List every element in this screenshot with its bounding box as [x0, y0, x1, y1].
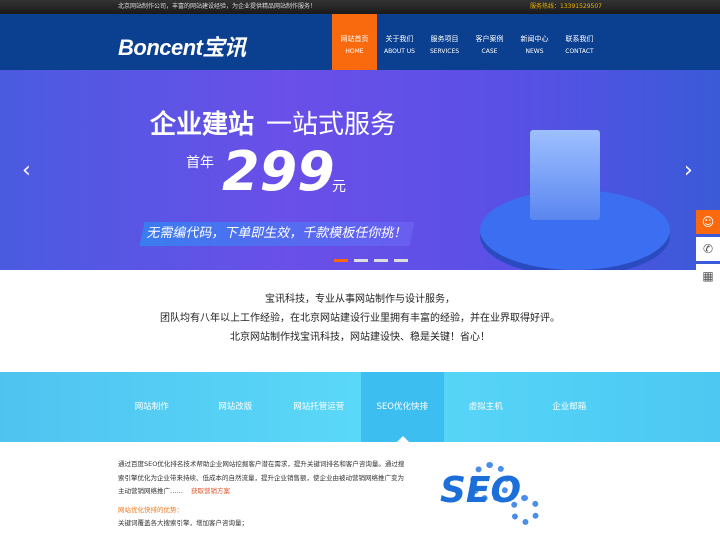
intro-line: 团队均有八年以上工作经验，在北京网站建设行业里拥有丰富的经验，并在业界取得好评。 — [160, 313, 560, 324]
tagline: 北京网站制作公司，丰富的网站建设经验，为企业提供精品网站制作服务！ — [118, 3, 317, 10]
hero-banner[interactable]: 企业建站 一站式服务 首年 299 元 无需编代码，下单即生效，千款模板任你挑！ … — [0, 70, 720, 270]
service-tabs: 网站制作 网站改版 网站托管运营 SEO优化快排 虚拟主机 企业邮箱 — [0, 372, 720, 442]
seo-content: 通过百度SEO优化排名技术帮助企业网站挖掘客户潜在需求，提升关键词排名和客户咨询… — [0, 442, 410, 531]
price-prefix: 首年 — [186, 155, 214, 171]
slide-dot[interactable] — [374, 259, 388, 262]
phone-icon[interactable]: ✆ — [696, 237, 720, 261]
next-arrow-icon[interactable]: › — [684, 158, 693, 183]
intro-section: 宝讯科技，专业从事网站制作与设计服务， 团队均有八年以上工作经验，在北京网站建设… — [0, 270, 720, 372]
nav-label: 客户案例 — [475, 35, 504, 43]
nav-sublabel: NEWS — [525, 48, 544, 55]
tab-hosting-ops[interactable]: 网站托管运营 — [277, 372, 361, 442]
tab-seo[interactable]: SEO优化快排 — [360, 372, 444, 442]
intro-line: 北京网站制作找宝讯科技，网站建设快、稳是关键！省心！ — [230, 332, 490, 343]
advantage-item: 关键词覆盖各大搜索引擎，增加客户咨询量； — [118, 519, 248, 527]
nav-label: 联系我们 — [565, 35, 594, 43]
price-value: 299 — [222, 140, 335, 203]
seo-description: 通过百度SEO优化排名技术帮助企业网站挖掘客户潜在需求，提升关键词排名和客户咨询… — [118, 458, 410, 499]
get-plan-link[interactable]: 获取营销方案 — [191, 487, 230, 495]
slide-dots — [334, 259, 408, 262]
nav-sublabel: CASE — [481, 48, 498, 55]
nav-label: 新闻中心 — [520, 35, 549, 43]
hotline: 服务热线：13391529507 — [530, 3, 602, 10]
slide-dot[interactable] — [334, 259, 348, 262]
price-unit: 元 — [332, 179, 346, 195]
nav-sublabel: ABOUT US — [383, 48, 415, 55]
qrcode-icon[interactable]: ▦ — [696, 264, 720, 288]
tab-virtual-host[interactable]: 虚拟主机 — [444, 372, 528, 442]
banner-title-sub: 一站式服务 — [266, 110, 397, 140]
seo-text: 通过百度SEO优化排名技术帮助企业网站挖掘客户潜在需求，提升关键词排名和客户咨询… — [118, 460, 405, 495]
nav-about[interactable]: 关于我们 ABOUT US — [377, 14, 422, 70]
customer-service-icon[interactable]: ☺ — [696, 210, 720, 234]
nav-contact[interactable]: 联系我们 CONTACT — [557, 14, 602, 70]
tab-enterprise-email[interactable]: 企业邮箱 — [528, 372, 612, 442]
prev-arrow-icon[interactable]: ‹ — [22, 158, 31, 183]
nav-sublabel: CONTACT — [565, 48, 594, 55]
main-nav: 网站首页 HOME 关于我们 ABOUT US 服务项目 SERVICES 客户案例 C… — [332, 14, 602, 70]
intro-line: 宝讯科技，专业从事网站制作与设计服务， — [265, 294, 455, 305]
tab-redesign[interactable]: 网站改版 — [194, 372, 278, 442]
nav-label: 关于我们 — [385, 35, 414, 43]
tab-web-design[interactable]: 网站制作 — [110, 372, 194, 442]
logo[interactable]: Boncent宝讯 — [118, 30, 246, 62]
nav-label: 网站首页 — [340, 35, 369, 43]
banner-title-main: 企业建站 — [150, 110, 255, 140]
advantages-heading: 网站优化快排的优势： — [118, 505, 183, 514]
nav-news[interactable]: 新闻中心 NEWS — [512, 14, 557, 70]
nav-case[interactable]: 客户案例 CASE — [467, 14, 512, 70]
seo-illustration: SEO — [440, 470, 522, 511]
nav-home[interactable]: 网站首页 HOME — [332, 14, 377, 70]
server-illustration — [530, 130, 600, 220]
banner-title: 企业建站 一站式服务 — [150, 104, 396, 141]
slide-dot[interactable] — [354, 259, 368, 262]
top-bar: 北京网站制作公司，丰富的网站建设经验，为企业提供精品网站制作服务！ 服务热线：1… — [0, 0, 720, 14]
nav-label: 服务项目 — [430, 35, 459, 43]
nav-services[interactable]: 服务项目 SERVICES — [422, 14, 467, 70]
nav-sublabel: SERVICES — [429, 48, 460, 55]
nav-sublabel: HOME — [345, 48, 364, 55]
header: Boncent宝讯 网站首页 HOME 关于我们 ABOUT US 服务项目 SERV… — [0, 14, 720, 70]
slide-dot[interactable] — [394, 259, 408, 262]
banner-subtitle: 无需编代码，下单即生效，千款模板任你挑！ — [139, 222, 415, 246]
